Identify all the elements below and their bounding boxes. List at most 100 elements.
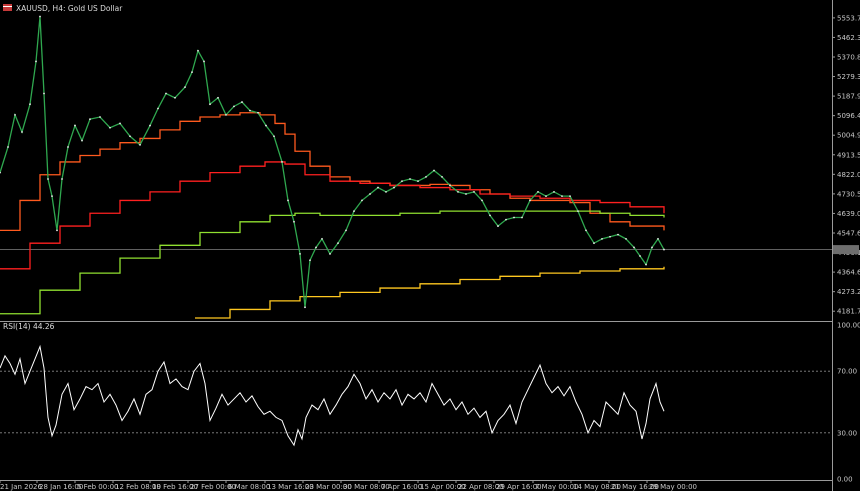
price-point [505,218,507,221]
price-point [43,92,45,95]
price-point [293,220,295,223]
symbol-header: XAUUSD, H4: Gold US Dollar [3,4,123,13]
price-point [345,229,347,232]
price-point [529,199,531,202]
price-point [625,237,627,240]
price-point [417,180,419,183]
price-tick-label: 4547.62 [837,229,860,237]
price-point [35,60,37,63]
price-point [315,246,317,249]
price-point [241,101,243,103]
price-point [337,242,339,245]
price-point [233,105,235,108]
price-point [39,15,41,18]
current-price-tag [833,245,859,255]
price-point [249,109,251,112]
price-point [601,237,603,240]
price-point [657,237,659,240]
rsi-title: RSI(14) 44.26 [3,322,55,331]
price-point [61,178,63,180]
price-point [577,210,579,213]
price-point [56,229,58,232]
price-tick-label: 4913.50 [837,151,860,159]
price-point [273,135,275,138]
price-tick-label: 5553.79 [837,14,860,22]
price-point [409,178,411,180]
price-point [99,116,101,118]
price-point [593,242,595,245]
price-point [537,190,539,193]
price-point [74,124,76,127]
price-point [481,199,483,202]
price-tick-label: 5187.91 [837,93,860,101]
price-tick-label: 5462.32 [837,34,860,42]
price-point [81,139,83,142]
price-point [441,175,443,178]
chart-background [0,0,860,491]
rsi-tick-label: 100.00 [837,322,860,330]
flag-icon [3,4,12,11]
price-point [513,216,515,219]
price-point [329,252,331,255]
price-point [585,229,587,232]
price-point [521,216,523,219]
price-point [553,190,555,193]
price-point [225,113,227,116]
time-tick-label: 21 Jan 2026 [0,483,43,491]
price-point [497,225,499,227]
price-point [191,71,193,74]
time-tick-label: 5 Feb 00:00 [77,483,118,491]
price-point [109,126,111,129]
price-point [645,263,647,266]
price-point [473,190,475,193]
price-tick-label: 4822.03 [837,171,860,179]
price-point [157,107,159,110]
price-point [174,96,176,99]
price-tick-label: 5370.85 [837,53,860,61]
chart-title: XAUUSD, H4: Gold US Dollar [16,4,123,13]
price-point [257,111,259,114]
time-tick-label: 7 Apr 16:00 [381,483,422,491]
price-point [663,248,665,251]
price-point [203,60,205,63]
rsi-tick-label: 0.00 [837,476,853,484]
price-point [651,246,653,249]
price-point [639,255,641,257]
price-point [29,103,31,106]
price-point [449,184,451,187]
price-point [457,190,459,193]
price-point [321,237,323,240]
price-point [561,195,563,198]
rsi-tick-label: 70.00 [837,368,857,376]
price-point [353,210,355,213]
rsi-tick-label: 30.00 [837,429,857,437]
price-point [217,96,219,99]
price-point [129,135,131,138]
price-point [21,131,23,133]
price-point [361,199,363,202]
price-point [633,246,635,249]
price-point [309,259,311,262]
price-point [377,186,379,189]
price-point [51,195,53,198]
chart-canvas[interactable]: XAUUSD, H4: Gold US Dollar RSI(14) 44.26… [0,0,860,491]
price-point [89,118,91,121]
price-point [149,124,151,127]
time-tick-label: 6 Mar 08:00 [228,483,270,491]
price-point [287,199,289,202]
price-point [465,193,467,195]
price-point [184,86,186,89]
price-point [617,233,619,236]
price-tick-label: 4639.09 [837,210,860,218]
price-point [401,180,403,183]
price-point [67,146,69,148]
price-tick-label: 5004.97 [837,132,860,140]
price-point [165,92,167,95]
price-tick-label: 5279.38 [837,73,860,81]
price-tick-label: 4273.21 [837,288,860,296]
price-tick-label: 4181.74 [837,308,860,316]
price-point [7,146,9,148]
price-point [569,195,571,198]
price-point [304,306,306,309]
price-point [545,195,547,198]
